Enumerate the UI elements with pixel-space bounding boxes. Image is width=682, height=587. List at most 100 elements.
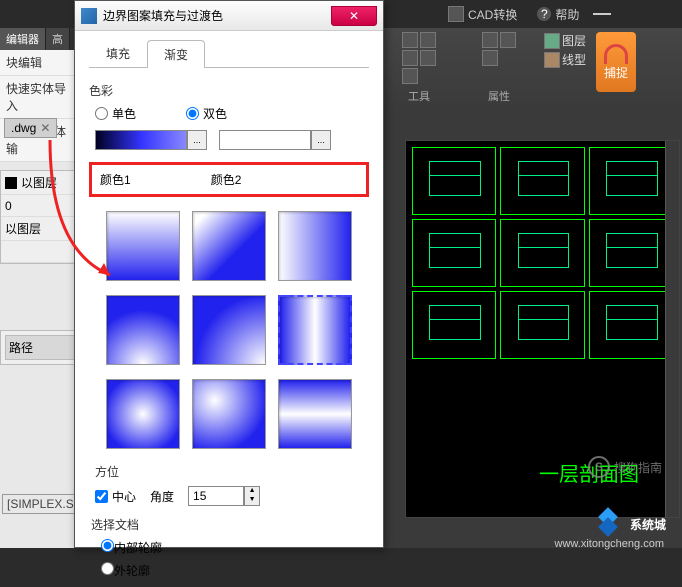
- magnet-icon: [604, 44, 628, 64]
- close-button[interactable]: ✕: [331, 6, 377, 26]
- color1-swatch: [95, 130, 187, 150]
- color-pickers: ... ...: [89, 130, 369, 150]
- color1-label: 颜色1: [100, 171, 131, 188]
- tool-icon[interactable]: [420, 32, 436, 48]
- ribbon-toolbar: 工具 属性 图层 线型 捕捉: [380, 28, 672, 106]
- prop-row[interactable]: [1, 241, 79, 263]
- minimize-icon[interactable]: [593, 13, 611, 15]
- help-icon: ?: [537, 7, 551, 21]
- color-swatch: [5, 177, 17, 189]
- angle-field[interactable]: [188, 486, 244, 506]
- color2-picker[interactable]: ...: [219, 130, 331, 150]
- tool-icon[interactable]: [402, 68, 418, 84]
- left-tab-editor[interactable]: 编辑器: [0, 28, 46, 50]
- thumbnail[interactable]: [500, 219, 584, 287]
- color1-picker[interactable]: ...: [95, 130, 207, 150]
- tool-icon[interactable]: [402, 32, 418, 48]
- gradient-preset[interactable]: [192, 211, 266, 281]
- color-labels-highlight: 颜色1 颜色2: [89, 162, 369, 197]
- angle-label: 角度: [150, 488, 174, 505]
- thumbnail[interactable]: [589, 219, 673, 287]
- dropdown-icon[interactable]: ...: [311, 130, 331, 150]
- thumbnail[interactable]: [589, 291, 673, 359]
- gradient-preset-selected[interactable]: [278, 295, 352, 365]
- select-doc-label: 选择文档: [91, 516, 369, 533]
- tool-icon[interactable]: [402, 50, 418, 66]
- watermark-sogou: S 搜狗指南: [588, 456, 662, 478]
- dialog-icon: [81, 8, 97, 24]
- dialog-titlebar[interactable]: 边界图案填充与过渡色 ✕: [75, 1, 383, 31]
- angle-spinner[interactable]: ▲▼: [244, 486, 260, 506]
- list-item[interactable]: 快速实体导入: [0, 76, 79, 119]
- color-section: 色彩 单色 双色 ... ...: [89, 78, 369, 158]
- linetype-button[interactable]: 线型: [544, 51, 586, 68]
- dialog-body: 填充 渐变 色彩 单色 双色 ... ... 颜色1 颜色2: [75, 31, 383, 587]
- tool-group-layer: 图层 线型: [544, 32, 586, 106]
- gradient-preset[interactable]: [278, 211, 352, 281]
- watermark-url: www.xitongcheng.com: [555, 538, 664, 550]
- prop-row[interactable]: 以图层: [1, 171, 79, 195]
- gradient-preset[interactable]: [106, 379, 180, 449]
- layer-icon: [544, 33, 560, 49]
- linetype-icon: [544, 52, 560, 68]
- cad-convert-button[interactable]: CAD转换: [448, 6, 517, 23]
- tool-icon[interactable]: [420, 50, 436, 66]
- thumbnail[interactable]: [412, 291, 496, 359]
- dialog-title: 边界图案填充与过渡色: [103, 7, 223, 24]
- left-list: 块编辑 快速实体导入 多边形实体输: [0, 50, 79, 162]
- hatch-gradient-dialog: 边界图案填充与过渡色 ✕ 填充 渐变 色彩 单色 双色 ... ... 颜色1 …: [74, 0, 384, 548]
- drawing-thumbnails: [406, 141, 679, 365]
- thumbnail[interactable]: [500, 147, 584, 215]
- prop-row[interactable]: 0: [1, 195, 79, 217]
- dropdown-icon[interactable]: ...: [187, 130, 207, 150]
- list-item[interactable]: 块编辑: [0, 50, 79, 76]
- dialog-tabs: 填充 渐变: [89, 39, 369, 68]
- sogou-logo-icon: S: [588, 456, 610, 478]
- orientation-label: 方位: [95, 463, 369, 480]
- gradient-preset[interactable]: [278, 379, 352, 449]
- watermark-xitongcheng: 系统城: [592, 508, 666, 540]
- thumbnail[interactable]: [589, 147, 673, 215]
- center-checkbox[interactable]: 中心: [95, 488, 136, 505]
- tool-group-tools: 工具: [384, 32, 454, 106]
- thumbnail[interactable]: [412, 147, 496, 215]
- gradient-preset[interactable]: [106, 211, 180, 281]
- left-panel: 编辑器 高 块编辑 快速实体导入 多边形实体输: [0, 28, 80, 548]
- convert-icon: [448, 6, 464, 22]
- close-icon[interactable]: ✕: [40, 121, 50, 135]
- angle-input[interactable]: ▲▼: [188, 486, 260, 506]
- radio-double-color[interactable]: 双色: [186, 105, 227, 122]
- orientation-section: 方位 中心 角度 ▲▼: [89, 463, 369, 506]
- file-tab-label: .dwg: [11, 121, 36, 135]
- thumbnail[interactable]: [500, 291, 584, 359]
- tool-icon[interactable]: [482, 50, 498, 66]
- file-tab[interactable]: .dwg ✕: [4, 118, 57, 138]
- tool-icon[interactable]: [500, 32, 516, 48]
- prop-row[interactable]: 以图层: [1, 217, 79, 241]
- gradient-preset[interactable]: [106, 295, 180, 365]
- gradient-preset[interactable]: [192, 295, 266, 365]
- scrollbar-vertical[interactable]: [665, 141, 679, 517]
- properties-panel: 以图层 0 以图层: [0, 170, 80, 264]
- radio-single-color[interactable]: 单色: [95, 105, 136, 122]
- group-label: 工具: [408, 88, 430, 104]
- tab-gradient[interactable]: 渐变: [147, 40, 205, 68]
- xtc-logo-icon: [592, 508, 624, 540]
- gradient-preset[interactable]: [192, 379, 266, 449]
- group-label: 属性: [488, 88, 510, 104]
- help-button[interactable]: ?帮助: [537, 6, 579, 23]
- path-panel: 路径: [0, 330, 80, 365]
- tab-fill[interactable]: 填充: [89, 39, 147, 67]
- color-section-label: 色彩: [89, 82, 369, 99]
- capture-button[interactable]: 捕捉: [596, 32, 636, 92]
- left-tab-high[interactable]: 高: [46, 28, 70, 50]
- path-header: 路径: [5, 335, 75, 360]
- chevron-down-icon: ▼: [245, 496, 259, 505]
- layer-button[interactable]: 图层: [544, 32, 586, 49]
- thumbnail[interactable]: [412, 219, 496, 287]
- color-mode-radios: 单色 双色: [89, 105, 369, 122]
- tool-icon[interactable]: [482, 32, 498, 48]
- tool-group-props: 属性: [464, 32, 534, 106]
- radio-outer-boundary[interactable]: 外轮廓: [101, 562, 369, 579]
- color2-label: 颜色2: [211, 171, 242, 188]
